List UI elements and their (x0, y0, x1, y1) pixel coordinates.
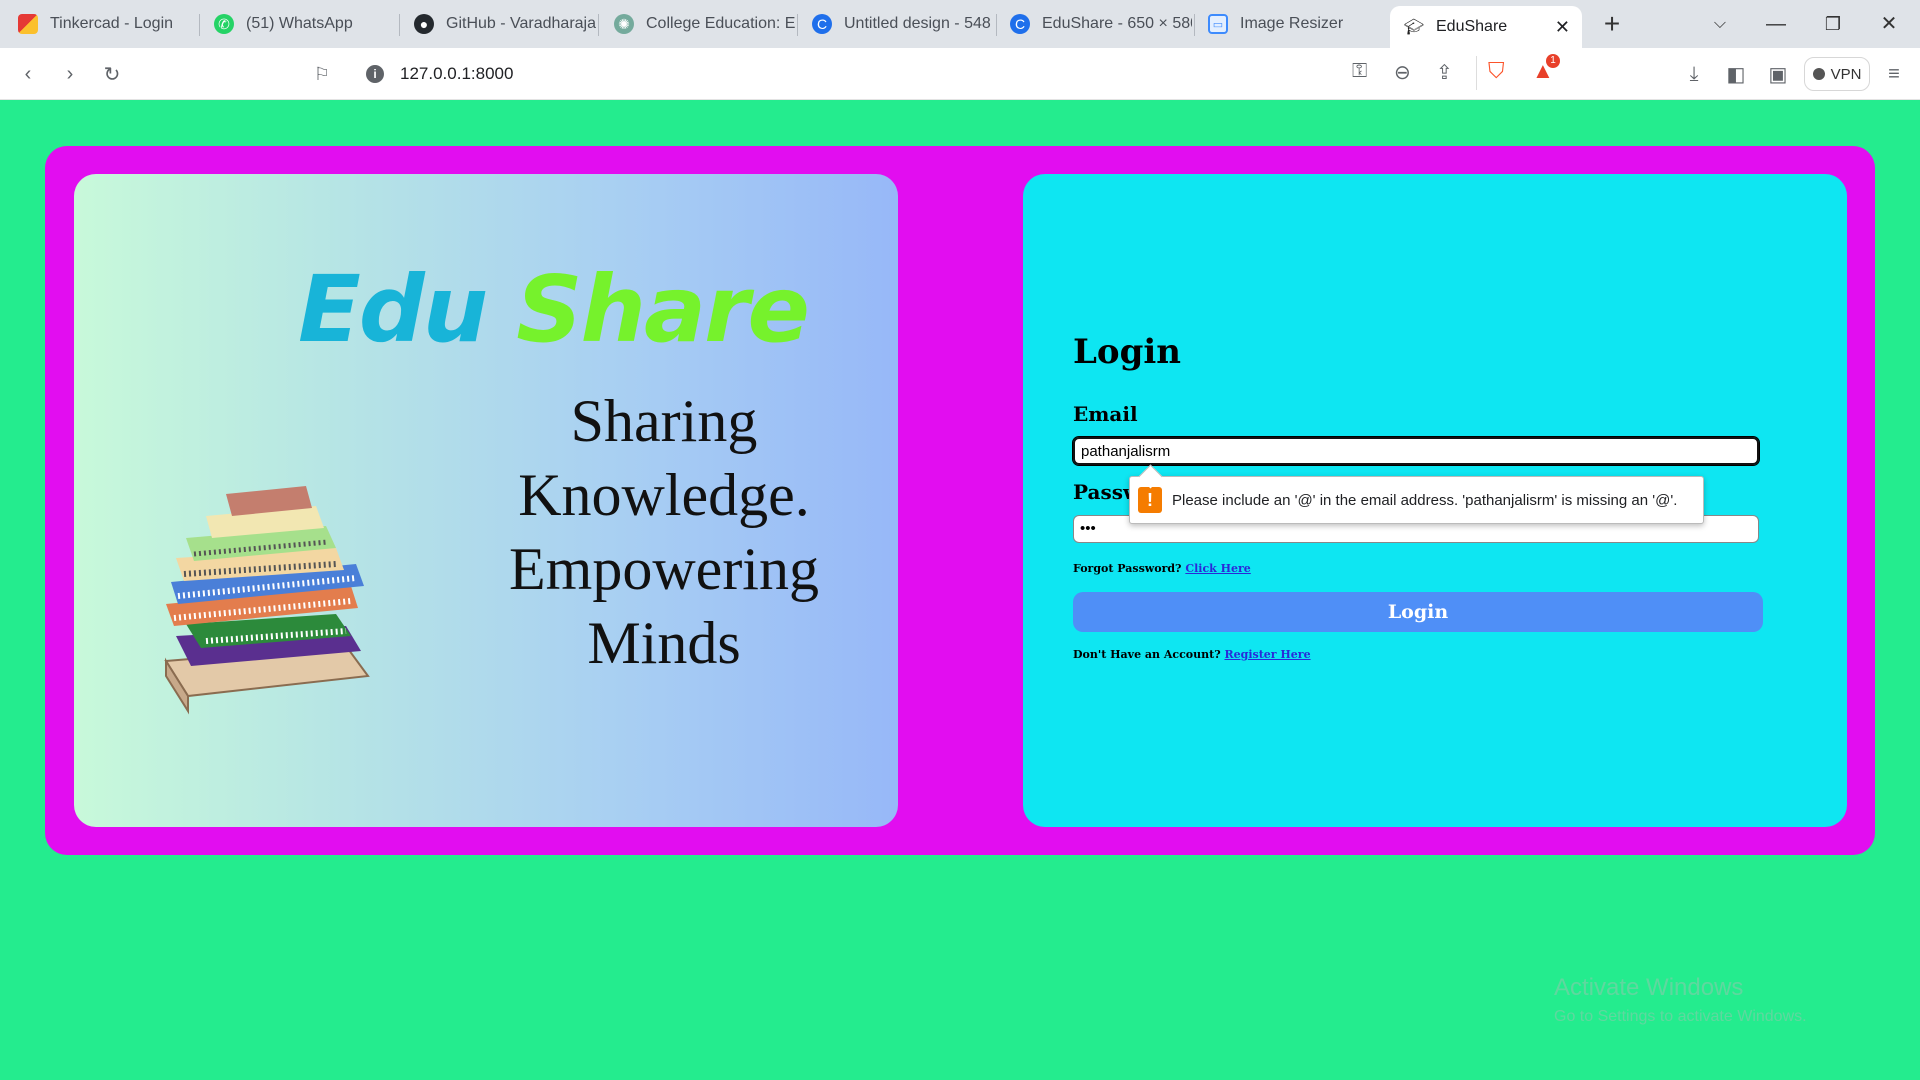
canva-icon: C (812, 14, 832, 34)
forward-icon[interactable]: › (54, 58, 86, 90)
url-text[interactable]: 127.0.0.1:8000 (400, 64, 513, 84)
tagline: Sharing Knowledge. Empowering Minds (454, 384, 874, 680)
book-stack-illustration (164, 486, 370, 715)
register-prompt: Don't Have an Account? Register Here (1073, 648, 1311, 661)
tab-canva-edushare[interactable]: C EduShare - 650 × 580 (996, 6, 1192, 42)
register-text: Don't Have an Account? (1073, 648, 1221, 661)
email-label: Email (1073, 402, 1138, 426)
email-validation-tooltip: ! Please include an '@' in the email add… (1129, 476, 1704, 524)
login-title: Login (1073, 332, 1181, 372)
forgot-text: Forgot Password? (1073, 562, 1182, 575)
github-icon: ● (414, 14, 434, 34)
brave-shield-icon[interactable]: ⛉ (1488, 58, 1505, 84)
chatgpt-icon: ✺ (614, 14, 634, 34)
reload-icon[interactable]: ↻ (96, 58, 128, 90)
browser-tab-bar: Tinkercad - Login ✆ (51) WhatsApp ● GitH… (0, 0, 1920, 48)
tab-edushare-active[interactable]: 🎓︎ EduShare ✕ (1390, 6, 1582, 48)
toolbar-divider (1476, 56, 1477, 90)
tab-title: GitHub - Varadharaja (446, 15, 596, 32)
restore-icon[interactable]: ❐ (1813, 6, 1853, 42)
tagline-line: Knowledge. (518, 462, 810, 528)
email-field[interactable]: pathanjalisrm (1072, 436, 1760, 466)
forgot-password: Forgot Password? Click Here (1073, 562, 1251, 575)
new-tab-button[interactable]: + (1592, 6, 1632, 42)
tab-search-chevron-icon[interactable]: ⌵ (1700, 6, 1740, 42)
tagline-line: Sharing (570, 388, 758, 454)
brand-logo: Edu Share (298, 256, 810, 363)
tab-separator (598, 14, 599, 36)
back-icon[interactable]: ‹ (12, 58, 44, 90)
address-bar[interactable]: i 127.0.0.1:8000 ⚿ ⊖ ⇪ ⛉ ▲ 1 (352, 54, 1568, 94)
share-icon[interactable]: ⇪ (1436, 60, 1453, 85)
tab-title: EduShare - 650 × 580 (1042, 15, 1192, 32)
watermark-title: Activate Windows (1554, 974, 1744, 1001)
warning-icon: ! (1138, 487, 1162, 513)
tab-title: (51) WhatsApp (246, 15, 353, 32)
wallet-icon[interactable]: ▣ (1762, 58, 1794, 90)
site-info-icon[interactable]: i (366, 65, 384, 83)
close-window-icon[interactable]: ✕ (1869, 6, 1909, 42)
tagline-line: Minds (587, 610, 741, 676)
bookmark-icon[interactable]: ⚐ (306, 58, 338, 90)
tab-title: EduShare (1436, 18, 1508, 35)
tab-title: College Education: E (646, 15, 796, 32)
tab-whatsapp[interactable]: ✆ (51) WhatsApp (200, 6, 396, 42)
vpn-label: VPN (1830, 65, 1862, 83)
sidebar-icon[interactable]: ◧ (1720, 58, 1752, 90)
forgot-password-link[interactable]: Click Here (1185, 562, 1250, 575)
zoom-out-icon[interactable]: ⊖ (1394, 60, 1411, 85)
menu-icon[interactable]: ≡ (1878, 58, 1910, 90)
brand-share: Share (516, 256, 810, 363)
tab-canva-design[interactable]: C Untitled design - 548 (798, 6, 994, 42)
hero-panel: Edu Share Sharing Knowledge. Empowering … (74, 174, 898, 827)
tab-title: Untitled design - 548 (844, 15, 991, 32)
brand-edu: Edu (298, 256, 488, 363)
minimize-icon[interactable]: — (1756, 6, 1796, 42)
image-icon: ▭ (1208, 14, 1228, 34)
download-icon[interactable]: ⤓ (1678, 58, 1710, 90)
tab-tinkercad[interactable]: Tinkercad - Login (4, 6, 194, 42)
tab-image-resizer[interactable]: ▭ Image Resizer (1194, 6, 1384, 42)
tab-chatgpt[interactable]: ✺ College Education: E (600, 6, 796, 42)
close-tab-icon[interactable]: ✕ (1555, 17, 1570, 38)
vpn-icon (1812, 68, 1825, 80)
notification-badge: 1 (1546, 54, 1560, 68)
browser-toolbar: ‹ › ↻ ⚐ i 127.0.0.1:8000 ⚿ ⊖ ⇪ ⛉ ▲ 1 ⤓ ◧… (0, 48, 1920, 100)
tab-title: Image Resizer (1240, 15, 1344, 32)
tab-github[interactable]: ● GitHub - Varadharaja (400, 6, 596, 42)
tinkercad-icon (18, 14, 38, 34)
vpn-button[interactable]: VPN (1804, 57, 1870, 91)
login-button[interactable]: Login (1073, 592, 1763, 632)
tab-title: Tinkercad - Login (50, 15, 174, 32)
whatsapp-icon: ✆ (214, 14, 234, 34)
graduation-cap-icon: 🎓︎ (1403, 19, 1425, 36)
tagline-line: Empowering (509, 536, 819, 602)
watermark-subtitle: Go to Settings to activate Windows. (1554, 1008, 1807, 1025)
key-icon[interactable]: ⚿ (1352, 60, 1367, 83)
canva-icon: C (1010, 14, 1030, 34)
register-link[interactable]: Register Here (1224, 648, 1310, 661)
windows-watermark: Activate Windows Go to Settings to activ… (1554, 974, 1807, 1026)
validation-message: Please include an '@' in the email addre… (1172, 491, 1678, 509)
